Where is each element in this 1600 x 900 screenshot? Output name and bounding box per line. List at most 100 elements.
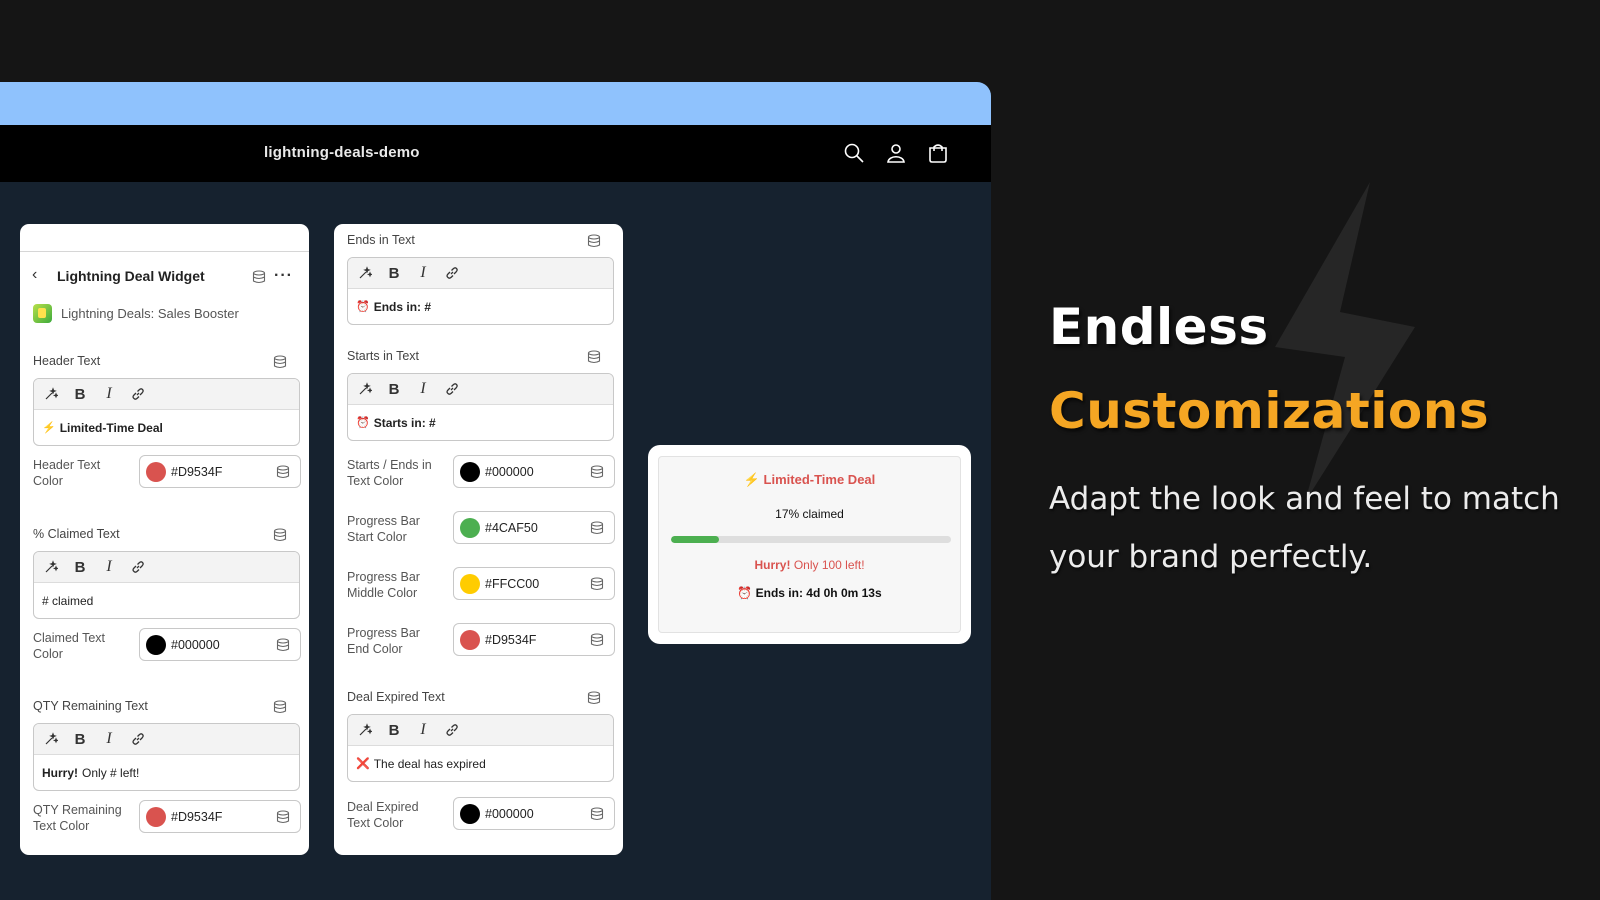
qty-color-label: QTY Remaining Text Color bbox=[33, 803, 122, 833]
progress-fill bbox=[671, 536, 719, 543]
countdown-text: ⏰ Ends in: 4d 0h 0m 13s bbox=[737, 586, 882, 600]
store-header: lightning-deals-demo bbox=[0, 125, 991, 182]
italic-icon[interactable]: I bbox=[416, 380, 430, 398]
rte-content[interactable]: ⏰ Starts in: # bbox=[348, 405, 613, 440]
account-icon[interactable] bbox=[885, 142, 907, 164]
link-icon[interactable] bbox=[445, 266, 459, 280]
italic-icon[interactable]: I bbox=[102, 385, 116, 403]
rte-toolbar: B I bbox=[348, 374, 613, 405]
italic-icon[interactable]: I bbox=[102, 558, 116, 576]
magic-icon[interactable] bbox=[44, 387, 58, 401]
rte-content[interactable]: # claimed bbox=[34, 583, 299, 618]
color-hex: #000000 bbox=[485, 465, 534, 479]
link-icon[interactable] bbox=[445, 723, 459, 737]
color-swatch[interactable] bbox=[460, 574, 480, 594]
starts-text-editor: B I ⏰ Starts in: # bbox=[347, 373, 614, 441]
color-hex: #000000 bbox=[171, 638, 220, 652]
expired-text-editor: B I ❌ The deal has expired bbox=[347, 714, 614, 782]
color-swatch[interactable] bbox=[460, 462, 480, 482]
store-name[interactable]: lightning-deals-demo bbox=[264, 144, 420, 161]
header-color-label: Header Text Color bbox=[33, 458, 101, 488]
database-icon[interactable] bbox=[252, 270, 266, 284]
color-hex: #D9534F bbox=[485, 633, 537, 647]
magic-icon[interactable] bbox=[44, 732, 58, 746]
bold-icon[interactable]: B bbox=[73, 386, 87, 403]
panel-top-strip bbox=[20, 224, 309, 252]
expired-color-label: Deal Expired Text Color bbox=[347, 800, 419, 830]
color-hex: #000000 bbox=[485, 807, 534, 821]
header-color-field[interactable]: #D9534F bbox=[139, 455, 301, 488]
magic-icon[interactable] bbox=[358, 382, 372, 396]
link-icon[interactable] bbox=[131, 732, 145, 746]
color-swatch[interactable] bbox=[460, 630, 480, 650]
ends-text-editor: B I ⏰ Ends in: # bbox=[347, 257, 614, 325]
qty-text-editor: B I Hurry! Only # left! bbox=[33, 723, 300, 791]
color-swatch[interactable] bbox=[460, 518, 480, 538]
claimed-color-field[interactable]: #000000 bbox=[139, 628, 301, 661]
link-icon[interactable] bbox=[131, 560, 145, 574]
rte-toolbar: B I bbox=[34, 379, 299, 410]
color-swatch[interactable] bbox=[146, 807, 166, 827]
bar-end-color-label: Progress Bar End Color bbox=[347, 626, 420, 656]
rte-toolbar: B I bbox=[34, 552, 299, 583]
rte-content[interactable]: Hurry! Only # left! bbox=[34, 755, 299, 790]
magic-icon[interactable] bbox=[44, 560, 58, 574]
deal-title: ⚡ Limited-Time Deal bbox=[743, 472, 876, 487]
rte-content[interactable]: ⚡ Limited-Time Deal bbox=[34, 410, 299, 445]
rte-toolbar: B I bbox=[348, 258, 613, 289]
database-icon[interactable] bbox=[590, 465, 604, 479]
header-text-label: Header Text bbox=[33, 354, 101, 368]
color-hex: #D9534F bbox=[171, 465, 223, 479]
stage: lightning-deals-demo ‹ Lightning Deal Wi… bbox=[0, 0, 1600, 900]
rte-content[interactable]: ❌ The deal has expired bbox=[348, 746, 613, 781]
bar-start-color-field[interactable]: #4CAF50 bbox=[453, 511, 615, 544]
database-icon[interactable] bbox=[273, 355, 287, 369]
bold-icon[interactable]: B bbox=[73, 559, 87, 576]
color-swatch[interactable] bbox=[460, 804, 480, 824]
italic-icon[interactable]: I bbox=[416, 721, 430, 739]
cart-icon[interactable] bbox=[927, 142, 949, 164]
database-icon[interactable] bbox=[276, 638, 290, 652]
expired-color-field[interactable]: #000000 bbox=[453, 797, 615, 830]
hero-subtitle: Adapt the look and feel to match your br… bbox=[1049, 481, 1560, 575]
starts-text-label: Starts in Text bbox=[347, 349, 420, 363]
link-icon[interactable] bbox=[445, 382, 459, 396]
bold-icon[interactable]: B bbox=[387, 722, 401, 739]
bold-icon[interactable]: B bbox=[387, 381, 401, 398]
magic-icon[interactable] bbox=[358, 266, 372, 280]
database-icon[interactable] bbox=[590, 807, 604, 821]
italic-icon[interactable]: I bbox=[102, 730, 116, 748]
database-icon[interactable] bbox=[273, 700, 287, 714]
bar-end-color-field[interactable]: #D9534F bbox=[453, 623, 615, 656]
bold-icon[interactable]: B bbox=[73, 731, 87, 748]
database-icon[interactable] bbox=[587, 350, 601, 364]
italic-icon[interactable]: I bbox=[416, 264, 430, 282]
magic-icon[interactable] bbox=[358, 723, 372, 737]
database-icon[interactable] bbox=[587, 234, 601, 248]
database-icon[interactable] bbox=[276, 810, 290, 824]
database-icon[interactable] bbox=[590, 521, 604, 535]
starts-ends-color-field[interactable]: #000000 bbox=[453, 455, 615, 488]
qty-color-field[interactable]: #D9534F bbox=[139, 800, 301, 833]
color-swatch[interactable] bbox=[146, 635, 166, 655]
app-logo-icon bbox=[33, 304, 52, 323]
database-icon[interactable] bbox=[276, 465, 290, 479]
qty-text-label: QTY Remaining Text bbox=[33, 699, 148, 713]
search-icon[interactable] bbox=[843, 142, 865, 164]
starts-ends-color-label: Starts / Ends in Text Color bbox=[347, 458, 432, 488]
rte-content[interactable]: ⏰ Ends in: # bbox=[348, 289, 613, 324]
database-icon[interactable] bbox=[587, 691, 601, 705]
color-swatch[interactable] bbox=[146, 462, 166, 482]
database-icon[interactable] bbox=[273, 528, 287, 542]
bar-middle-color-label: Progress Bar Middle Color bbox=[347, 570, 420, 600]
color-hex: #FFCC00 bbox=[485, 577, 540, 591]
more-options-icon[interactable]: ··· bbox=[274, 267, 293, 285]
widget-title: Lightning Deal Widget bbox=[57, 268, 205, 284]
bar-start-color-label: Progress Bar Start Color bbox=[347, 514, 420, 544]
bar-middle-color-field[interactable]: #FFCC00 bbox=[453, 567, 615, 600]
database-icon[interactable] bbox=[590, 633, 604, 647]
link-icon[interactable] bbox=[131, 387, 145, 401]
back-arrow-icon[interactable]: ‹ bbox=[32, 266, 37, 284]
database-icon[interactable] bbox=[590, 577, 604, 591]
bold-icon[interactable]: B bbox=[387, 265, 401, 282]
